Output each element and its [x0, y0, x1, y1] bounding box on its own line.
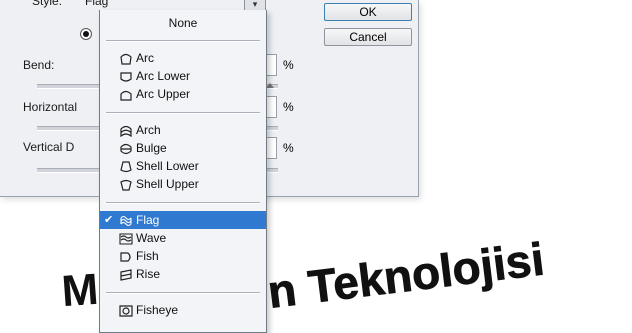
- cancel-button[interactable]: Cancel: [324, 28, 412, 46]
- menu-item-label: Arch: [136, 123, 161, 137]
- menu-item-label: Shell Lower: [136, 159, 199, 173]
- menu-item-label: Fish: [136, 249, 159, 263]
- bend-label: Bend:: [23, 58, 55, 72]
- menu-item-none[interactable]: None: [100, 14, 266, 32]
- arc-lower-icon: [119, 70, 133, 82]
- shell-lower-icon: [119, 160, 133, 173]
- warped-text-right: n Teknolojisi: [265, 233, 547, 318]
- menu-item-fish[interactable]: Fish: [100, 247, 266, 265]
- menu-item-rise[interactable]: Rise: [100, 265, 266, 283]
- vertical-distortion-slider[interactable]: [37, 168, 99, 173]
- horizontal-distortion-input[interactable]: [266, 96, 277, 118]
- style-combo-value[interactable]: Flag: [85, 0, 108, 8]
- bend-percent: %: [283, 58, 294, 72]
- menu-item-label: Shell Upper: [136, 177, 199, 191]
- style-dropdown-list: None Arc Arc Lower Arc Upper Arch Bulge …: [99, 10, 267, 333]
- bend-slider-thumb[interactable]: [266, 83, 274, 88]
- menu-separator: [106, 202, 260, 204]
- arch-icon: [119, 124, 133, 138]
- bulge-icon: [119, 142, 133, 155]
- menu-item-fisheye[interactable]: Fisheye: [100, 301, 266, 319]
- ok-button[interactable]: OK: [324, 3, 412, 21]
- menu-item-wave[interactable]: Wave: [100, 229, 266, 247]
- menu-item-label: Fisheye: [136, 303, 179, 317]
- menu-item-label: Wave: [136, 231, 167, 245]
- shell-upper-icon: [119, 178, 133, 191]
- fish-icon: [119, 250, 133, 262]
- style-label: Style:: [32, 0, 63, 8]
- menu-item-label: Arc Lower: [136, 69, 191, 83]
- menu-item-label: Bulge: [136, 141, 167, 155]
- fisheye-icon: [119, 304, 133, 317]
- bend-slider[interactable]: [37, 84, 99, 89]
- menu-item-flag[interactable]: ✔ Flag: [100, 211, 266, 229]
- menu-item-arc[interactable]: Arc: [100, 49, 266, 67]
- horizontal-distortion-slider[interactable]: [37, 126, 99, 131]
- horizontal-distortion-slider-right[interactable]: [266, 126, 278, 131]
- menu-item-label: Arc: [136, 51, 154, 65]
- warped-text-preview: M n Teknolojisi: [60, 232, 547, 318]
- rise-icon: [119, 268, 133, 281]
- vertical-distortion-input[interactable]: [266, 137, 277, 159]
- menu-item-arch[interactable]: Arch: [100, 121, 266, 139]
- menu-item-label: Flag: [136, 213, 160, 227]
- arc-icon: [119, 52, 133, 65]
- menu-item-shell-lower[interactable]: Shell Lower: [100, 157, 266, 175]
- horizontal-percent: %: [283, 100, 294, 114]
- menu-item-shell-upper[interactable]: Shell Upper: [100, 175, 266, 193]
- menu-item-bulge[interactable]: Bulge: [100, 139, 266, 157]
- menu-item-arc-lower[interactable]: Arc Lower: [100, 67, 266, 85]
- menu-item-label: None: [168, 16, 198, 30]
- menu-separator: [106, 112, 260, 114]
- flag-icon: [119, 214, 133, 227]
- bend-input[interactable]: [266, 54, 277, 76]
- menu-item-arc-upper[interactable]: Arc Upper: [100, 85, 266, 103]
- arc-upper-icon: [119, 88, 133, 101]
- wave-icon: [119, 232, 133, 245]
- menu-item-label: Arc Upper: [136, 87, 191, 101]
- radio-horizontal[interactable]: [80, 28, 92, 40]
- vertical-distortion-slider-right[interactable]: [266, 168, 278, 173]
- checkmark-icon: ✔: [104, 214, 114, 226]
- menu-separator: [106, 40, 260, 42]
- warped-text-left: M: [60, 265, 100, 316]
- menu-separator: [106, 292, 260, 294]
- horizontal-distortion-label: Horizontal: [23, 100, 78, 114]
- vertical-distortion-label: Vertical D: [23, 140, 75, 154]
- menu-item-label: Rise: [136, 267, 161, 281]
- vertical-percent: %: [283, 141, 294, 155]
